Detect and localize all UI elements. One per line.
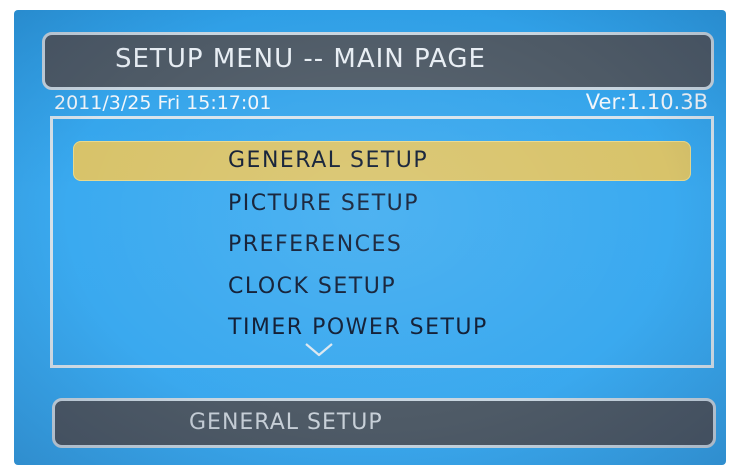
menu-item-preferences[interactable]: PREFERENCES (73, 225, 691, 265)
datetime-display: 2011/3/25 Fri 15:17:01 (54, 92, 272, 114)
monitor-bezel: SETUP MENU -- MAIN PAGE 2011/3/25 Fri 15… (0, 0, 735, 475)
chevron-down-icon[interactable] (304, 340, 334, 360)
menu-item-label: GENERAL SETUP (228, 148, 429, 173)
osd-screen: SETUP MENU -- MAIN PAGE 2011/3/25 Fri 15… (14, 10, 726, 465)
selected-item-description: GENERAL SETUP (189, 410, 383, 435)
menu-item-label: TIMER POWER SETUP (228, 315, 488, 340)
main-menu: GENERAL SETUP PICTURE SETUP PREFERENCES … (50, 116, 714, 368)
page-title: SETUP MENU -- MAIN PAGE (115, 44, 486, 74)
menu-item-timer-power-setup[interactable]: TIMER POWER SETUP (73, 308, 691, 348)
version-display: Ver:1.10.3B (585, 90, 708, 114)
status-row: 2011/3/25 Fri 15:17:01 Ver:1.10.3B (50, 90, 714, 118)
menu-item-label: PREFERENCES (228, 232, 403, 257)
description-bar: GENERAL SETUP (52, 398, 716, 448)
title-bar: SETUP MENU -- MAIN PAGE (42, 32, 714, 90)
menu-item-general-setup[interactable]: GENERAL SETUP (73, 141, 691, 181)
menu-item-clock-setup[interactable]: CLOCK SETUP (73, 267, 691, 307)
menu-item-picture-setup[interactable]: PICTURE SETUP (73, 184, 691, 224)
menu-item-label: PICTURE SETUP (228, 191, 420, 216)
menu-item-label: CLOCK SETUP (228, 274, 397, 299)
